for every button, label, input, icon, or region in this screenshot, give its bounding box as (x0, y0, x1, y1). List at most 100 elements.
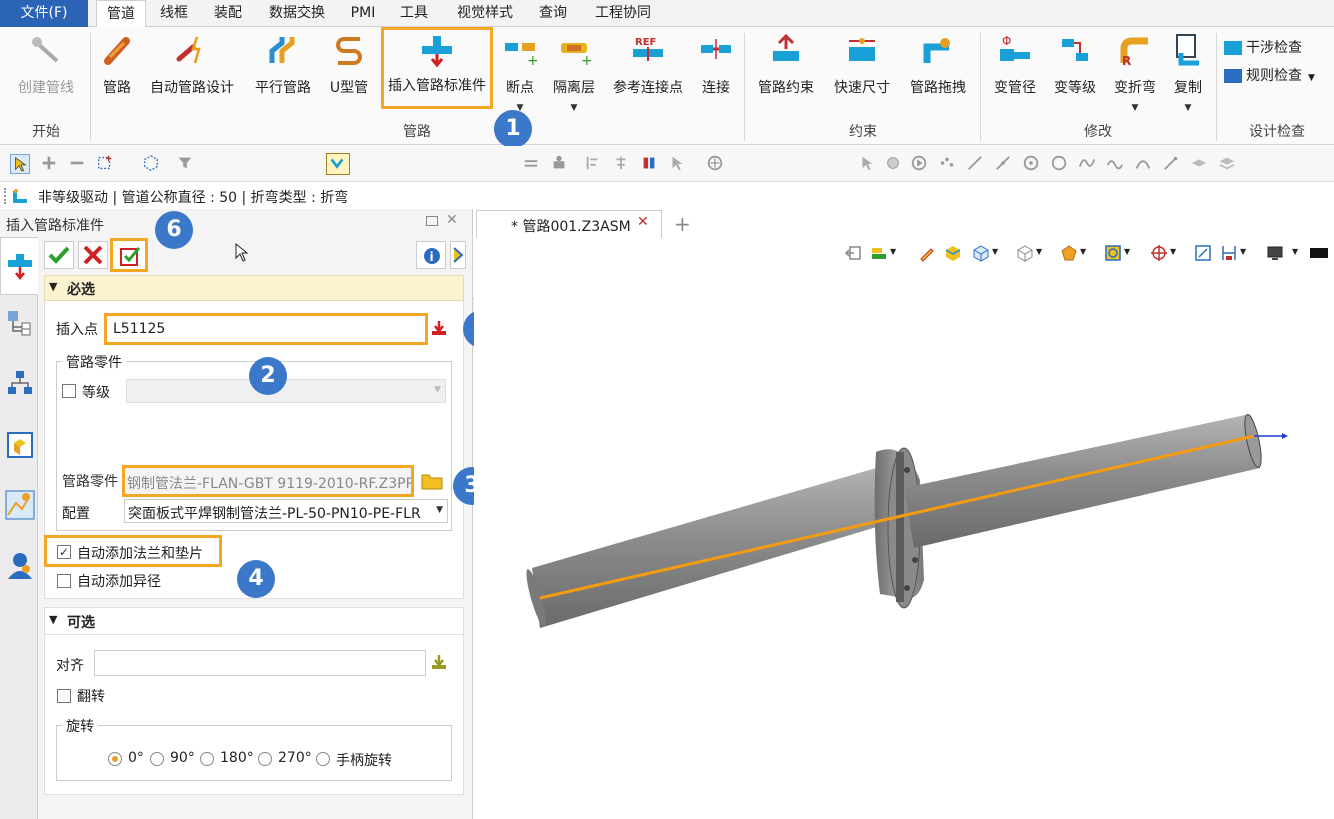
apply-button[interactable] (110, 238, 148, 272)
align-left-icon[interactable] (584, 154, 604, 174)
pointer-icon[interactable] (668, 154, 688, 174)
curve-icon[interactable] (1106, 154, 1126, 174)
wireframe-cube-icon[interactable] (1016, 244, 1034, 262)
rotate-270-radio[interactable] (258, 752, 272, 766)
tab-wireframe[interactable]: 线框 (150, 0, 198, 27)
pen-icon[interactable] (1162, 154, 1182, 174)
weight-icon[interactable] (550, 154, 570, 174)
display-layers-icon[interactable] (870, 244, 888, 262)
add-tab-button[interactable]: + (674, 212, 691, 236)
box-select-icon[interactable] (96, 154, 116, 174)
expand-panel-button[interactable] (450, 241, 466, 269)
quick-dimension-button[interactable]: 快速尺寸 (828, 33, 896, 123)
chevron-down-icon[interactable]: ▼ (1308, 73, 1315, 83)
document-tab[interactable]: * 管路001.Z3ASM ✕ (476, 210, 662, 238)
remove-icon[interactable] (68, 154, 88, 174)
chevron-down-icon[interactable]: ▼ (992, 247, 998, 256)
circle-center-icon[interactable] (1022, 154, 1042, 174)
tab-data-exchange[interactable]: 数据交换 (258, 0, 336, 27)
ok-button[interactable] (44, 241, 74, 269)
align-center-icon[interactable] (612, 154, 632, 174)
parallel-pipe-button[interactable]: 平行管路 (248, 33, 318, 123)
pencil-icon[interactable] (918, 244, 936, 262)
chevron-down-icon[interactable]: ▼ (571, 103, 578, 113)
direction-icon[interactable] (706, 154, 726, 174)
filter-icon[interactable] (176, 154, 196, 174)
zoom-fit-icon[interactable] (1104, 244, 1122, 262)
chevron-down-icon[interactable]: ▼ (1036, 247, 1042, 256)
chevron-down-icon[interactable]: ▼ (1185, 103, 1192, 113)
line-icon[interactable] (966, 154, 986, 174)
view-cube-icon[interactable] (972, 244, 990, 262)
spline-icon[interactable] (1078, 154, 1098, 174)
pipe-drag-button[interactable]: 管路拖拽 (904, 33, 972, 123)
monitor-icon[interactable] (1266, 244, 1284, 262)
frame-icon[interactable] (1194, 244, 1212, 262)
add-icon[interactable] (40, 154, 60, 174)
rule-check-button[interactable]: 规则检查 ▼ (1224, 65, 1332, 85)
hierarchy-icon[interactable] (6, 369, 34, 397)
tab-collaboration[interactable]: 工程协同 (584, 0, 662, 27)
pipe-constraint-button[interactable]: 管路约束 (752, 33, 820, 123)
cancel-button[interactable] (78, 241, 108, 269)
chevron-down-icon[interactable]: ▼ (1170, 247, 1176, 256)
render-icon[interactable] (1060, 244, 1078, 262)
auto-flange-option[interactable]: ✓ 自动添加法兰和垫片 (44, 535, 222, 567)
copy-button[interactable]: 复制 ▼ (1166, 33, 1210, 123)
part-field[interactable]: 钢制管法兰-FLAN-GBT 9119-2010-RF.Z3PRT (122, 465, 414, 497)
chevron-down-icon[interactable]: ▼ (1240, 247, 1246, 256)
target-icon[interactable] (1150, 244, 1168, 262)
snap-icon[interactable] (884, 154, 904, 174)
optional-section-header[interactable]: ▼ 可选 (44, 607, 464, 635)
points-icon[interactable] (938, 154, 958, 174)
chevron-down-icon[interactable]: ▼ (1132, 103, 1139, 113)
close-icon[interactable]: ✕ (446, 212, 458, 228)
tab-pipe[interactable]: 管道 (96, 0, 146, 28)
lasso-select-icon[interactable] (142, 154, 162, 174)
select-icon[interactable] (10, 154, 30, 174)
flip-checkbox[interactable] (57, 689, 71, 703)
info-button[interactable]: i (416, 241, 446, 269)
handle-rotate-radio[interactable] (316, 752, 330, 766)
pipe-model-3d[interactable] (474, 380, 1334, 650)
required-section-header[interactable]: ▼ 必选 (44, 275, 464, 301)
grade-checkbox[interactable] (62, 384, 76, 398)
shaded-cube-icon[interactable] (944, 244, 962, 262)
play-icon[interactable] (910, 154, 930, 174)
chevron-down-icon[interactable]: ▼ (1124, 247, 1130, 256)
rotate-0-radio[interactable] (108, 752, 122, 766)
rotate-90-radio[interactable] (150, 752, 164, 766)
dimension-icon[interactable] (1220, 244, 1238, 262)
reference-point-button[interactable]: REF 参考连接点 (606, 33, 690, 123)
change-grade-button[interactable]: 变等级 (1048, 33, 1102, 123)
tab-query[interactable]: 查询 (530, 0, 576, 27)
insert-standard-part-button[interactable]: 插入管路标准件 (381, 27, 493, 109)
tab-assembly[interactable]: 装配 (204, 0, 252, 27)
line-point-icon[interactable] (994, 154, 1014, 174)
pick-point-icon[interactable] (430, 319, 448, 337)
connect-button[interactable]: 连接 (694, 33, 738, 123)
change-diameter-button[interactable]: Φ 变管径 (986, 33, 1044, 123)
file-menu[interactable]: 文件(F) (0, 0, 88, 27)
u-pipe-button[interactable]: U型管 (324, 33, 374, 123)
circle-icon[interactable] (1050, 154, 1070, 174)
auto-reducer-checkbox[interactable] (57, 574, 71, 588)
chevron-down-icon[interactable]: ▼ (1292, 247, 1298, 256)
align-field[interactable] (94, 650, 426, 676)
pipe-button[interactable]: 管路 (96, 33, 138, 123)
part-library-icon[interactable] (6, 431, 34, 459)
insert-point-field[interactable]: L51125 (104, 313, 428, 345)
break-point-button[interactable]: + 断点 ▼ (498, 33, 542, 123)
auto-pipe-design-button[interactable]: 自动管路设计 (144, 33, 240, 123)
pick-align-icon[interactable] (430, 653, 448, 671)
color-align-icon[interactable] (640, 154, 660, 174)
drawing-icon[interactable] (4, 489, 36, 521)
arc-icon[interactable] (1134, 154, 1154, 174)
interference-check-button[interactable]: 干涉检查 (1224, 37, 1332, 57)
change-bend-button[interactable]: R 变折弯 ▼ (1106, 33, 1164, 123)
pipe-filter-icon[interactable] (326, 153, 350, 175)
config-dropdown[interactable]: 突面板式平焊钢制管法兰-PL-50-PN10-PE-FLR ▼ (124, 499, 448, 523)
measure-icon[interactable] (522, 154, 542, 174)
auto-flange-checkbox[interactable]: ✓ (57, 545, 71, 559)
restore-icon[interactable] (426, 216, 438, 226)
